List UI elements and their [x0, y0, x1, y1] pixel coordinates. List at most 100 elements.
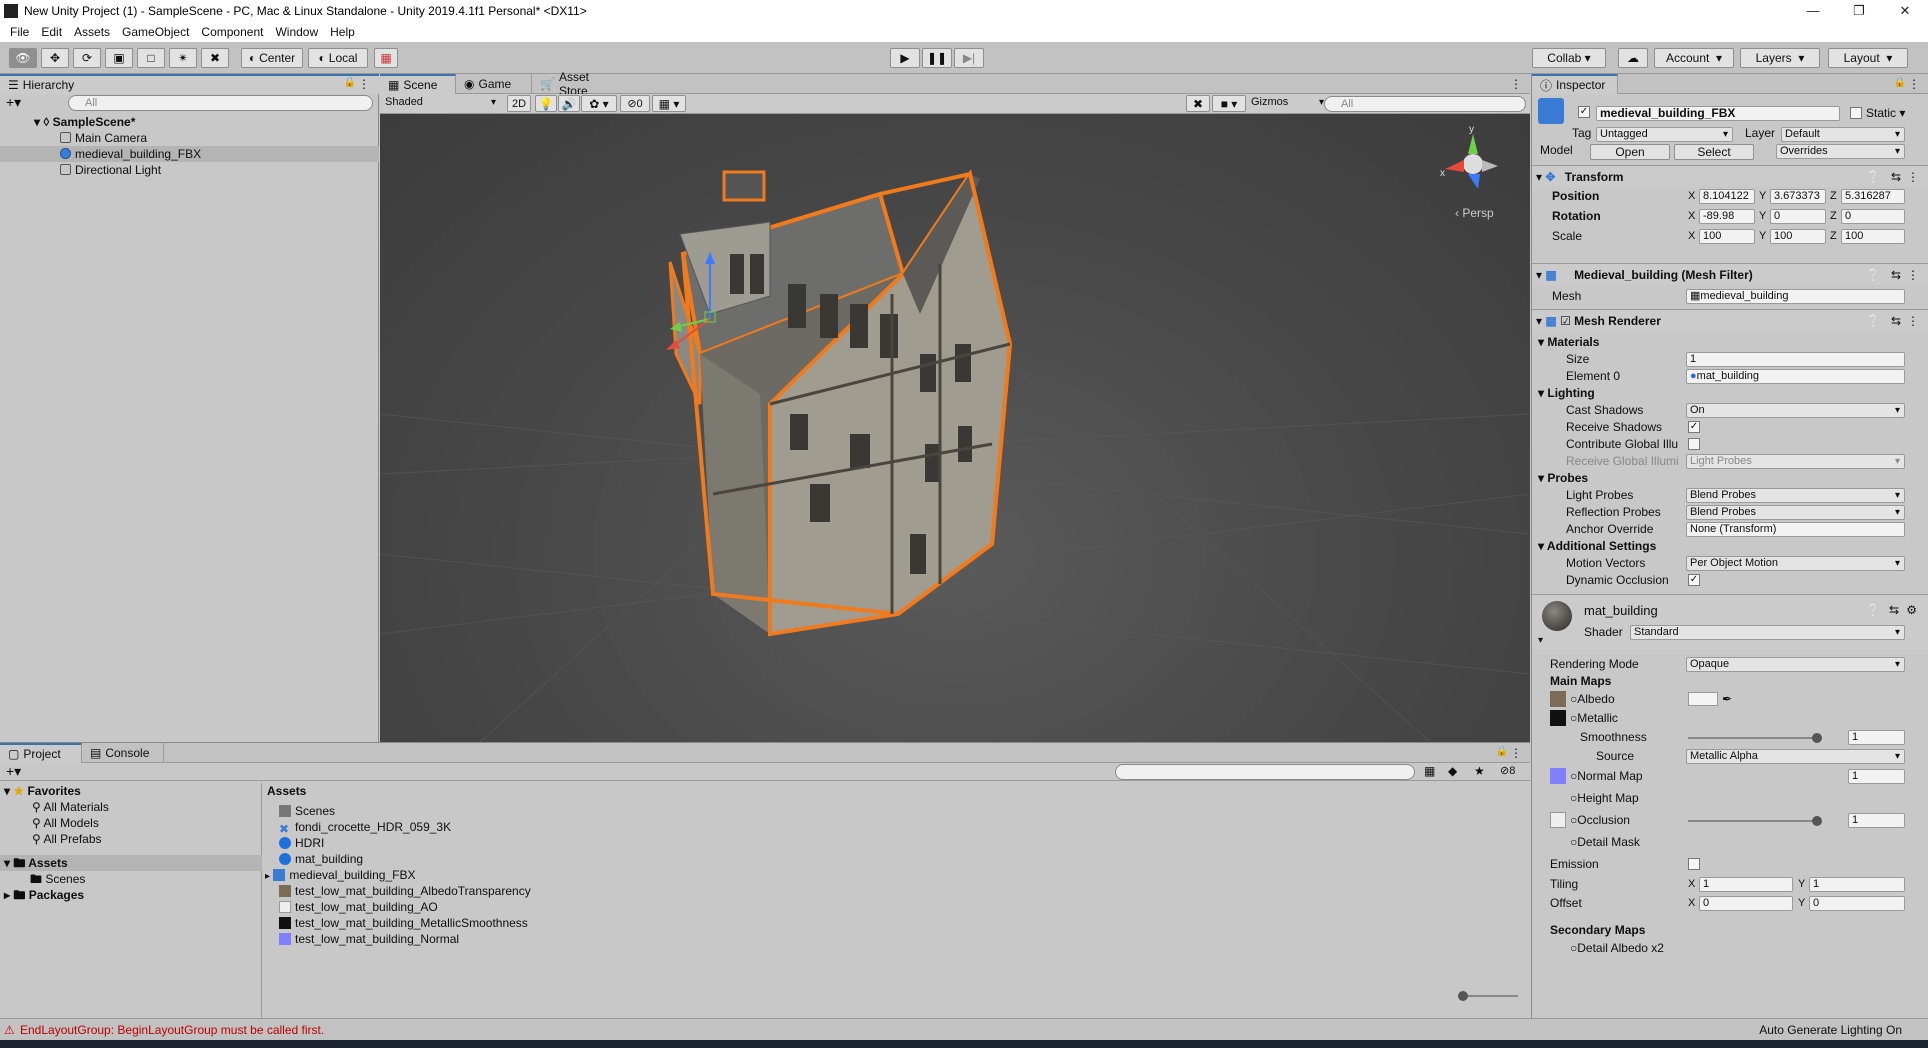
layer-dropdown[interactable]: Default	[1781, 127, 1905, 142]
scale-tool-icon[interactable]: ▣	[105, 48, 133, 68]
hierarchy-item-main-camera[interactable]: Main Camera	[0, 130, 379, 146]
enabled-checkbox[interactable]: ☑	[1560, 314, 1571, 328]
motion-vectors-dropdown[interactable]: Per Object Motion	[1686, 556, 1905, 571]
layout-button[interactable]: Layout ▾	[1828, 48, 1908, 68]
rendering-mode-dropdown[interactable]: Opaque	[1686, 657, 1905, 672]
rect-tool-icon[interactable]: □	[137, 48, 165, 68]
custom-tool-icon[interactable]: ✖	[201, 48, 229, 68]
tiling-x-field[interactable]: 1	[1699, 877, 1793, 892]
pivot-center-button[interactable]: ◐ Center	[241, 48, 303, 68]
help-icon[interactable]: ❔	[1866, 264, 1881, 286]
tree-assets[interactable]: ▾ 🖿 Assets	[0, 855, 262, 871]
anchor-override-field[interactable]: None (Transform)	[1686, 522, 1905, 537]
maximize-icon[interactable]: ❐	[1836, 0, 1882, 22]
metallic-texture-icon[interactable]	[1550, 710, 1566, 726]
scene-search-input[interactable]: All	[1324, 96, 1526, 112]
occlusion-texture-icon[interactable]	[1550, 812, 1566, 828]
move-tool-icon[interactable]: ✥	[41, 48, 69, 68]
position-y-field[interactable]: 3.673373	[1770, 189, 1826, 204]
expand-arrow-icon[interactable]: ▾	[1538, 635, 1543, 646]
cast-shadows-dropdown[interactable]: On	[1686, 403, 1905, 418]
asset-item[interactable]: Scenes	[279, 803, 335, 819]
zoom-slider-thumb[interactable]	[1458, 991, 1468, 1001]
preset-icon[interactable]: ⇆	[1889, 603, 1899, 617]
scene-viewport[interactable]: y x ‹ Persp	[380, 114, 1530, 742]
mesh-field[interactable]: ▦medieval_building	[1686, 289, 1905, 304]
preset-icon[interactable]: ⇆	[1891, 264, 1901, 286]
object-name-field[interactable]: medieval_building_FBX	[1596, 106, 1840, 121]
hidden-objects-toggle[interactable]: ⊘ 0	[620, 95, 650, 112]
hierarchy-item-directional-light[interactable]: Directional Light	[0, 162, 379, 178]
mesh-renderer-header[interactable]: ▾ ▦ ☑ Mesh Renderer ❔ ⇆ ⋮	[1532, 309, 1928, 331]
scale-x-field[interactable]: 100	[1699, 229, 1755, 244]
contribute-gi-checkbox[interactable]	[1688, 438, 1700, 450]
tree-scenes[interactable]: 🖿 Scenes	[30, 871, 85, 887]
rotation-y-field[interactable]: 0	[1770, 209, 1826, 224]
medieval-building-model[interactable]	[668, 169, 1013, 637]
rotation-z-field[interactable]: 0	[1841, 209, 1905, 224]
step-button[interactable]: ▶|	[954, 48, 984, 68]
tree-packages[interactable]: ▸ 🖿 Packages	[4, 887, 84, 903]
camera-dropdown-icon[interactable]: ■ ▾	[1212, 95, 1246, 112]
source-dropdown[interactable]: Metallic Alpha	[1686, 749, 1905, 764]
kebab-menu-icon[interactable]: ⋮	[1907, 264, 1919, 286]
preset-icon[interactable]: ⇆	[1891, 166, 1901, 188]
smoothness-slider[interactable]	[1688, 733, 1822, 743]
grid-snap-icon[interactable]: ▦	[374, 48, 398, 68]
position-x-field[interactable]: 8.104122	[1699, 189, 1755, 204]
menu-help[interactable]: Help	[330, 25, 355, 39]
smoothness-slider-thumb[interactable]	[1812, 733, 1822, 743]
active-checkbox[interactable]: ✓	[1578, 106, 1590, 118]
smoothness-field[interactable]: 1	[1848, 730, 1905, 745]
tab-game[interactable]: ◉ Game	[456, 74, 532, 94]
asset-item[interactable]: ▸ medieval_building_FBX	[265, 867, 415, 883]
emission-checkbox[interactable]	[1688, 858, 1700, 870]
dynamic-occlusion-checkbox[interactable]: ✓	[1688, 574, 1700, 586]
normal-scale-field[interactable]: 1	[1848, 769, 1905, 784]
offset-x-field[interactable]: 0	[1699, 896, 1793, 911]
asset-item[interactable]: ✖ fondi_crocette_HDR_059_3K	[279, 819, 451, 835]
asset-item[interactable]: test_low_mat_building_MetallicSmoothness	[279, 915, 528, 931]
kebab-menu-icon[interactable]: ⋮	[1510, 746, 1522, 760]
favorite-all-prefabs[interactable]: ⚲ All Prefabs	[32, 831, 102, 847]
asset-item[interactable]: HDRI	[279, 835, 324, 851]
kebab-menu-icon[interactable]: ⋮	[1908, 77, 1920, 91]
2d-toggle[interactable]: 2D	[507, 95, 531, 112]
transform-tool-icon[interactable]: ✴	[169, 48, 197, 68]
cloud-icon[interactable]: ☁	[1618, 48, 1648, 68]
additional-settings-foldout[interactable]: ▾ Additional Settings	[1532, 538, 1928, 555]
albedo-texture-icon[interactable]	[1550, 691, 1566, 707]
asset-item[interactable]: test_low_mat_building_Normal	[279, 931, 459, 947]
tab-scene[interactable]: ▦ Scene	[380, 74, 456, 94]
error-message[interactable]: EndLayoutGroup: BeginLayoutGroup must be…	[20, 1019, 324, 1041]
menu-component[interactable]: Component	[201, 25, 263, 39]
orientation-gizmo[interactable]: y x	[1440, 124, 1498, 189]
albedo-color-swatch[interactable]	[1688, 692, 1718, 706]
pivot-local-button[interactable]: ◐ Local	[308, 48, 368, 68]
size-field[interactable]: 1	[1686, 352, 1905, 367]
shading-mode-dropdown[interactable]: Shaded	[382, 96, 500, 111]
materials-foldout[interactable]: ▾ Materials	[1532, 334, 1928, 351]
lock-icon[interactable]: 🔒	[1894, 77, 1906, 88]
error-icon[interactable]: ⚠	[4, 1019, 15, 1041]
occlusion-slider-thumb[interactable]	[1812, 816, 1822, 826]
open-button[interactable]: Open	[1590, 144, 1670, 160]
pause-button[interactable]: ❚❚	[922, 48, 952, 68]
asset-item[interactable]: mat_building	[279, 851, 363, 867]
occlusion-field[interactable]: 1	[1848, 813, 1905, 828]
shader-dropdown[interactable]: Standard	[1630, 625, 1905, 640]
gear-icon[interactable]: ⚙	[1906, 603, 1917, 617]
element0-field[interactable]: ●mat_building	[1686, 369, 1905, 384]
hand-tool-icon[interactable]: 👁	[9, 48, 37, 68]
kebab-menu-icon[interactable]: ⋮	[1907, 310, 1919, 332]
gizmos-dropdown[interactable]: Gizmos	[1248, 96, 1328, 111]
tab-project[interactable]: ▢ Project	[0, 743, 82, 763]
create-icon[interactable]: +▾	[6, 763, 21, 780]
menu-assets[interactable]: Assets	[74, 25, 110, 39]
lighting-toggle-icon[interactable]: 💡	[535, 95, 557, 112]
lock-icon[interactable]: 🔒	[344, 77, 356, 88]
transform-header[interactable]: ▾ ✥ Transform ❔ ⇆ ⋮	[1532, 165, 1928, 187]
assets-breadcrumb[interactable]: Assets	[267, 783, 306, 799]
asset-item[interactable]: test_low_mat_building_AO	[279, 899, 438, 915]
account-button[interactable]: Account ▾	[1654, 48, 1734, 68]
